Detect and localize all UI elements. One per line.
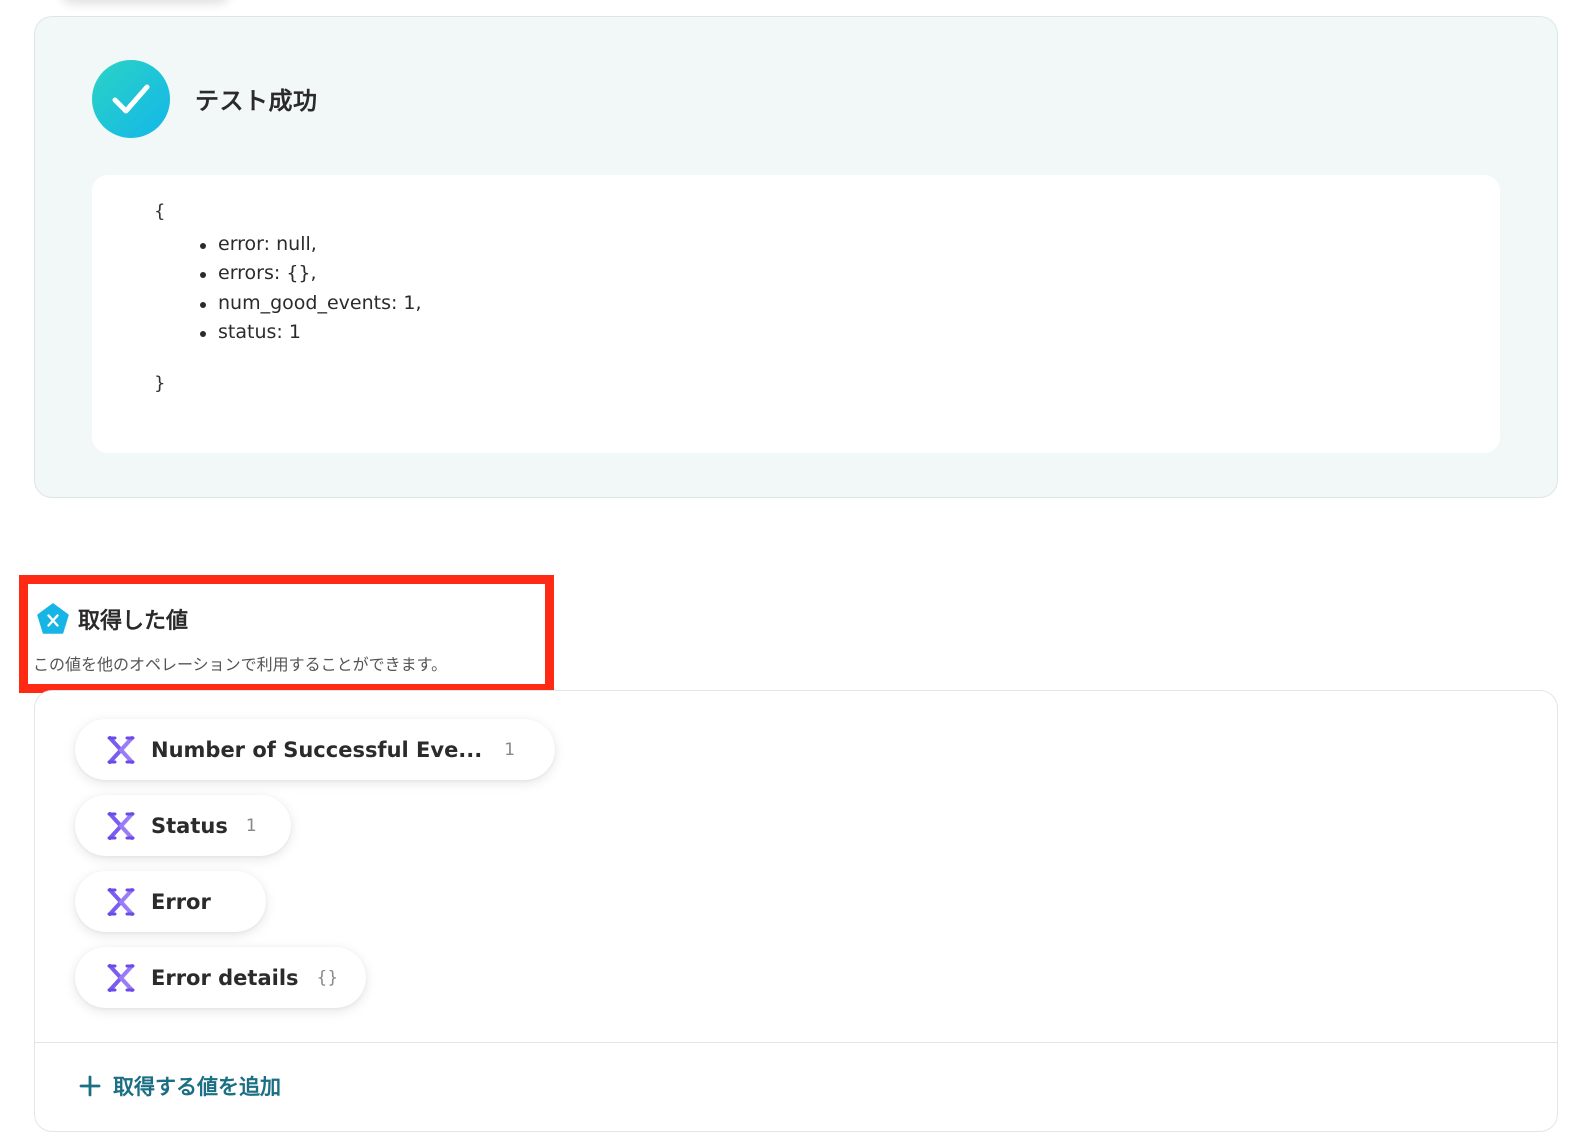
- value-chip-value: 1: [504, 739, 516, 760]
- value-chip-number-of-successful-events[interactable]: Number of Successful Eve... 1: [75, 719, 555, 780]
- json-output-card: { error: null, errors: {}, num_good_even…: [92, 175, 1500, 453]
- value-chip-label: Error: [151, 889, 211, 914]
- value-chip-label: Error details: [151, 965, 299, 990]
- json-field-list: error: null, errors: {}, num_good_events…: [200, 230, 422, 347]
- obtained-values-panel: Number of Successful Eve... 1 Status 1 E…: [34, 690, 1558, 1132]
- json-open-brace: {: [154, 201, 166, 222]
- json-field-error: error: null,: [200, 230, 422, 259]
- json-field-errors: errors: {},: [200, 259, 422, 288]
- add-value-label: 取得する値を追加: [113, 1075, 281, 1099]
- variable-x-icon: [107, 887, 135, 916]
- value-chip-error-details[interactable]: Error details {}: [75, 947, 366, 1008]
- value-chip-label: Status: [151, 813, 228, 838]
- variable-pentagon-icon: [37, 603, 69, 635]
- test-result-panel: テスト成功 { error: null, errors: {}, num_goo…: [34, 16, 1558, 498]
- json-field-num-good-events: num_good_events: 1,: [200, 289, 422, 318]
- variable-x-icon: [107, 811, 135, 840]
- panel-divider: [35, 1042, 1557, 1043]
- variable-x-icon: [107, 735, 135, 764]
- test-success-title: テスト成功: [195, 87, 318, 115]
- value-chip-label: Number of Successful Eve...: [151, 737, 483, 762]
- variable-x-icon: [107, 963, 135, 992]
- value-chip-value: {}: [316, 967, 339, 988]
- obtained-values-title: 取得した値: [78, 609, 189, 634]
- value-chip-status[interactable]: Status 1: [75, 795, 291, 856]
- obtained-values-description: この値を他のオペレーションで利用することができます。: [33, 655, 448, 674]
- plus-icon: [79, 1075, 101, 1097]
- success-check-icon: [92, 60, 170, 138]
- value-chip-value: 1: [245, 815, 257, 836]
- value-chip-error[interactable]: Error: [75, 871, 266, 932]
- add-value-button[interactable]: 取得する値を追加: [79, 1071, 281, 1101]
- json-field-status: status: 1: [200, 318, 422, 347]
- json-close-brace: }: [154, 373, 166, 394]
